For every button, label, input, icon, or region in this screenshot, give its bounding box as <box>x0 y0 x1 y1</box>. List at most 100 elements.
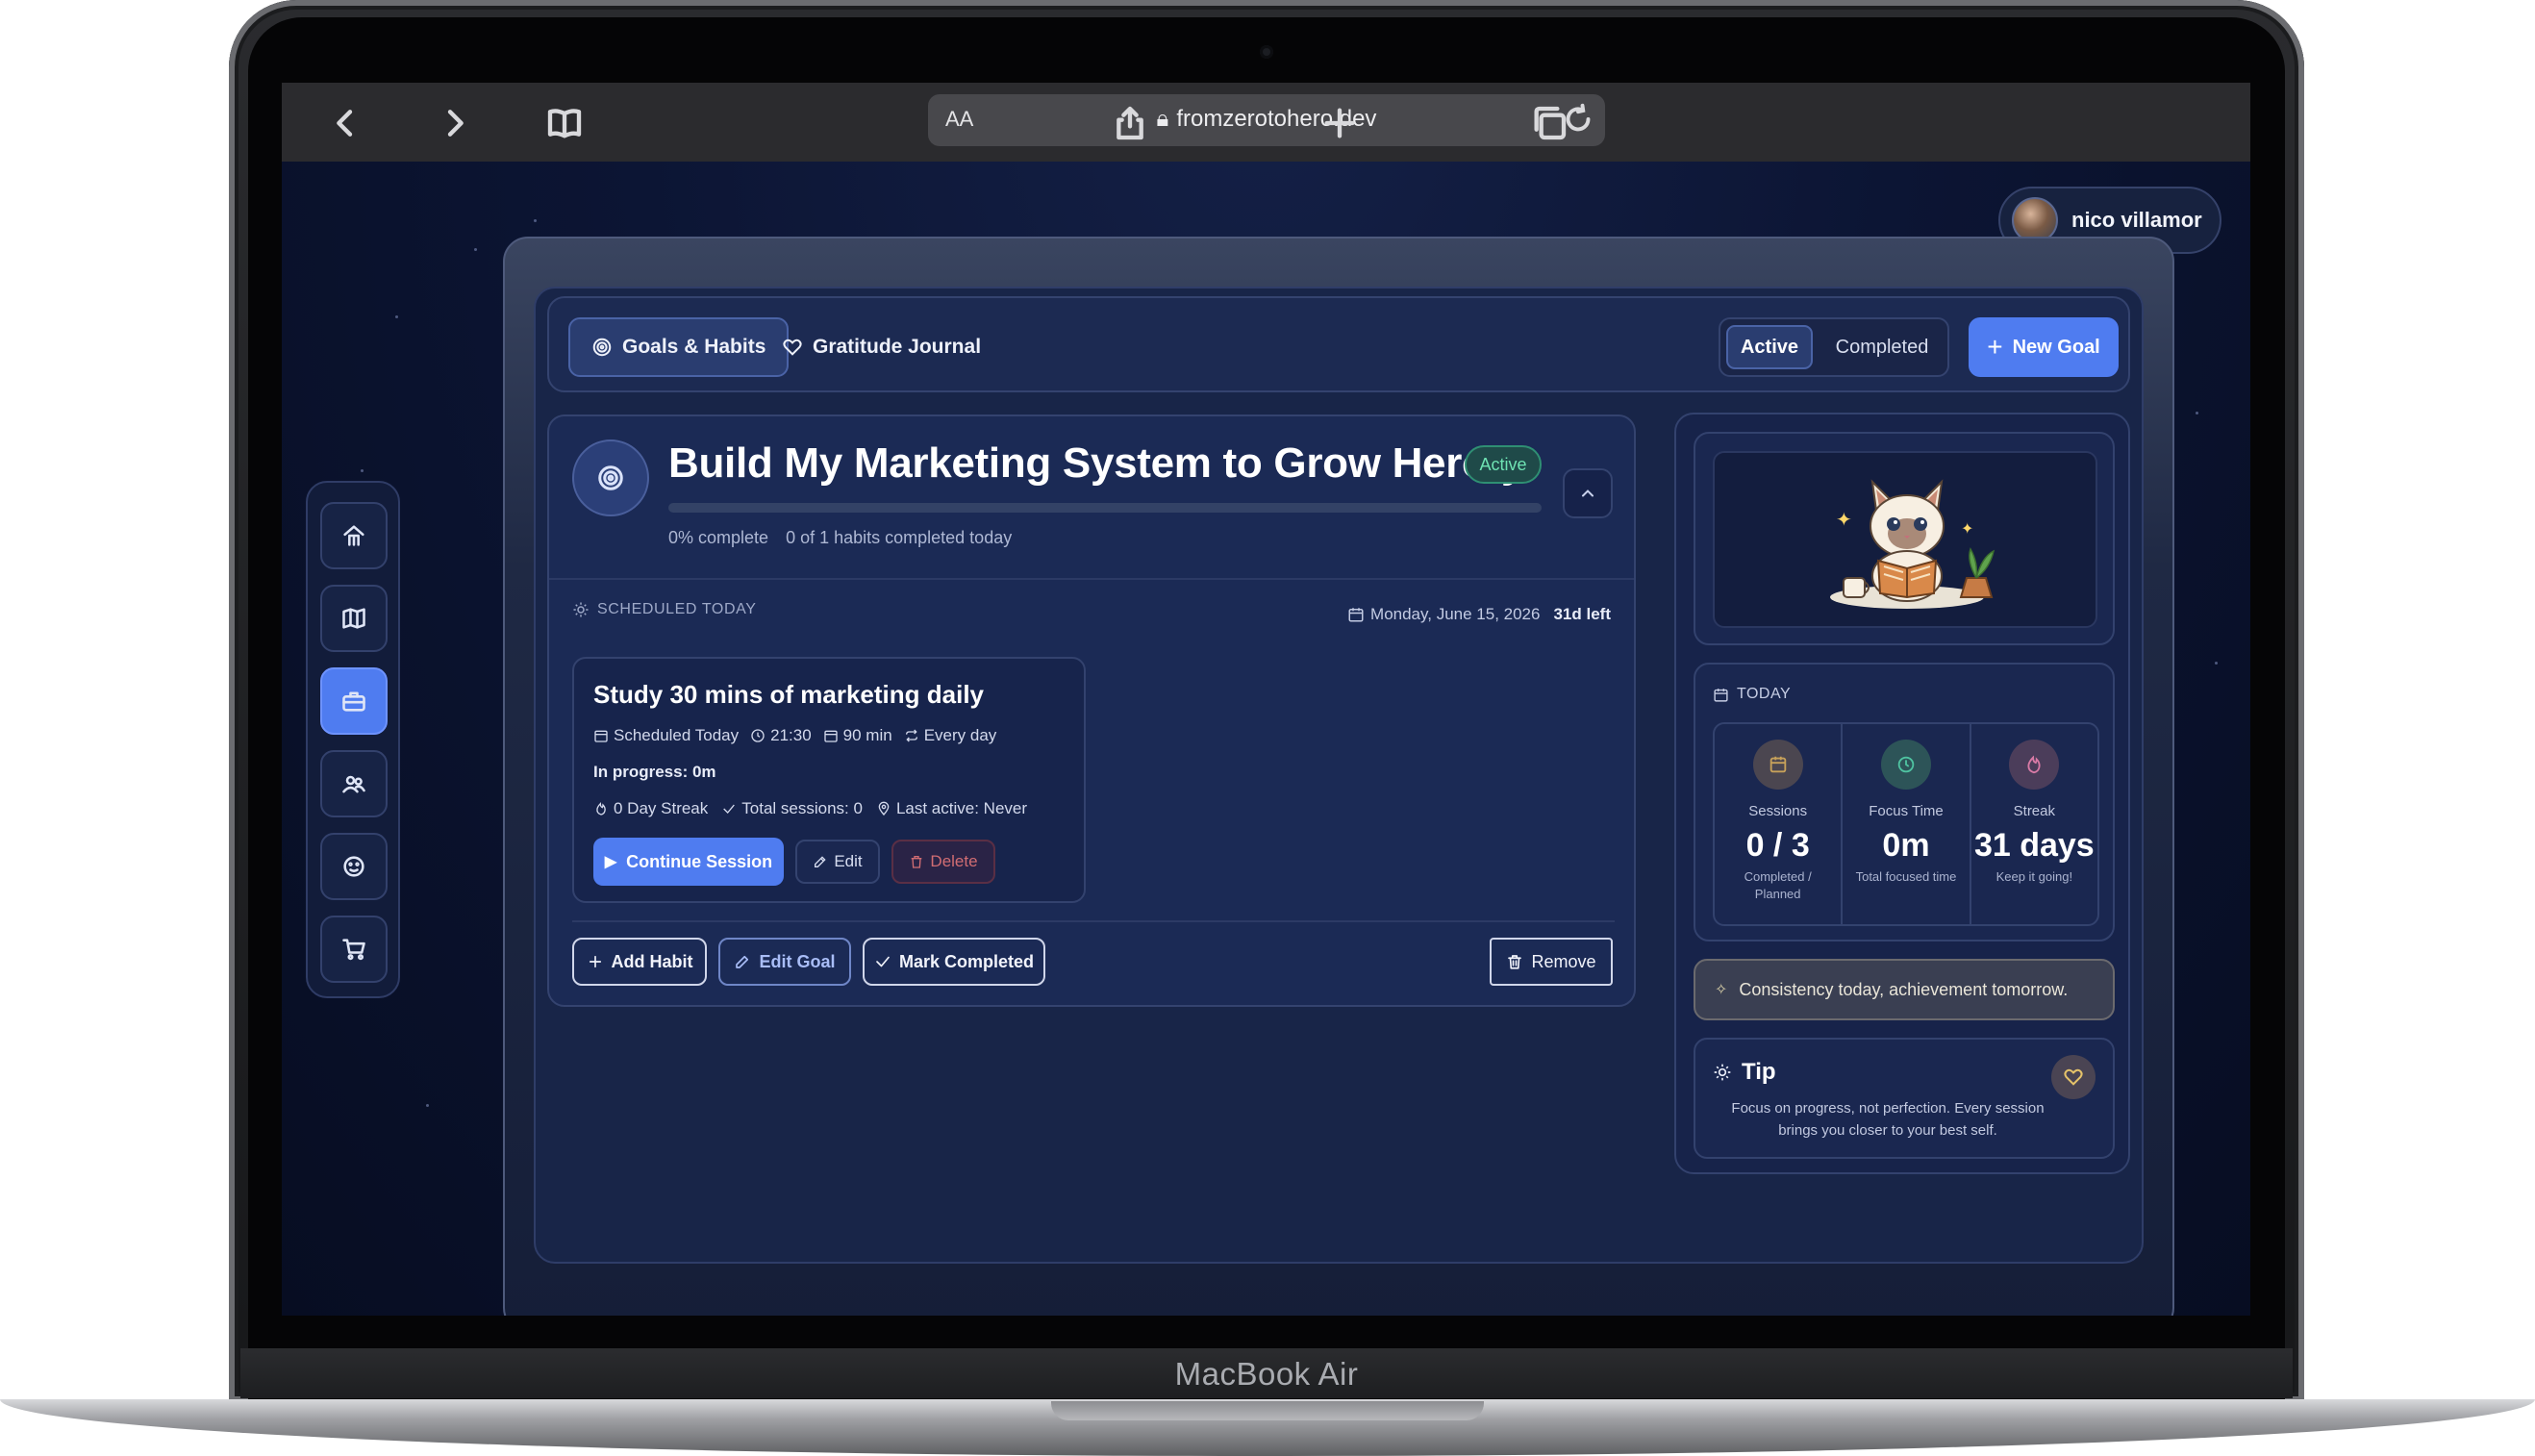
briefcase-icon[interactable] <box>320 667 388 735</box>
stat-name: Streak <box>2013 803 2055 819</box>
trash-icon <box>912 856 922 868</box>
tip-text: Focus on progress, not perfection. Every… <box>1731 1100 2045 1139</box>
heart-icon <box>783 339 802 356</box>
time-left: 31d left <box>1553 605 1611 623</box>
address-bar[interactable]: AA 🔒︎ fromzerotohero.dev <box>928 94 1605 146</box>
timer-icon <box>824 730 838 742</box>
stat-value: 31 days <box>1973 827 2095 864</box>
trophy-icon: ✧ <box>1715 982 1728 998</box>
daily-summary-panel: ✦ ✦ TODAY Sessions 0 / 3 Completed / Pla… <box>1674 413 2130 1174</box>
goals-toolbar: Goals & Habits Gratitude Journal Active … <box>547 296 2130 392</box>
divider <box>572 920 1615 922</box>
side-navigation <box>306 481 400 998</box>
forward-icon[interactable] <box>434 102 476 144</box>
flame-icon <box>2009 740 2060 790</box>
add-habit-button[interactable]: Add Habit <box>572 938 707 986</box>
remove-goal-button[interactable]: Remove <box>1490 938 1613 986</box>
calendar-icon <box>1714 688 1728 702</box>
date-text: Monday, June 15, 2026 <box>1370 605 1541 623</box>
edit-icon <box>815 856 826 867</box>
mascot-card: ✦ ✦ <box>1694 432 2115 645</box>
tip-title: Tip <box>1713 1059 1776 1086</box>
share-icon[interactable] <box>1109 102 1151 144</box>
status-filter: Active Completed <box>1719 317 1949 377</box>
new-goal-label: New Goal <box>2012 336 2100 358</box>
calendar-icon <box>1752 740 1803 790</box>
tab-label: Gratitude Journal <box>813 336 982 358</box>
camera <box>1260 45 1273 59</box>
plus-icon: + <box>1987 332 2003 362</box>
tip-card: Tip Focus on progress, not perfection. E… <box>1694 1038 2115 1159</box>
percent-complete: 0% complete <box>668 528 769 547</box>
status-badge: Active <box>1465 445 1542 484</box>
user-name: nico villamor <box>2071 208 2202 232</box>
flame-icon <box>596 802 606 816</box>
edit-goal-button[interactable]: Edit Goal <box>718 938 851 986</box>
people-icon[interactable] <box>320 750 388 817</box>
stat-focus-time: Focus Time 0m Total focused time <box>1841 724 1969 924</box>
favorite-tip-button[interactable] <box>2051 1055 2096 1099</box>
sun-icon <box>1714 1064 1731 1081</box>
bookmarks-icon[interactable] <box>543 102 586 144</box>
lock-icon: 🔒︎ <box>1156 106 1169 132</box>
tab-goals-habits[interactable]: Goals & Habits <box>568 317 790 377</box>
goal-card: Build My Marketing System to Grow Herofy… <box>547 414 1636 1007</box>
device-brand: MacBook Air <box>1174 1356 1359 1392</box>
home-icon[interactable] <box>320 502 388 569</box>
laptop-notch <box>1051 1401 1484 1420</box>
location-icon <box>878 801 890 816</box>
target-icon <box>592 338 612 357</box>
habit-in-progress: In progress: 0m <box>593 763 716 781</box>
stat-value: 0m <box>1882 827 1930 864</box>
mark-completed-button[interactable]: Mark Completed <box>863 938 1045 986</box>
tab-gratitude-journal[interactable]: Gratitude Journal <box>761 317 1002 377</box>
new-tab-icon[interactable] <box>1318 102 1361 144</box>
filter-completed-button[interactable]: Completed <box>1820 325 1944 369</box>
clock-icon <box>751 729 765 742</box>
check-icon <box>723 804 736 814</box>
quote-text: Consistency today, achievement tomorrow. <box>1739 979 2069 999</box>
face-icon[interactable] <box>320 833 388 900</box>
continue-session-button[interactable]: ▶ Continue Session <box>593 838 784 886</box>
target-icon <box>572 439 649 516</box>
progress-summary: 0% complete 0 of 1 habits completed today <box>668 528 1029 548</box>
sun-icon <box>573 602 589 617</box>
plus-icon <box>589 955 601 968</box>
goal-date: Monday, June 15, 2026 31d left <box>1347 605 1611 624</box>
heart-icon <box>2064 1068 2083 1086</box>
tabs-icon[interactable] <box>1528 102 1570 144</box>
check-icon <box>876 956 890 967</box>
back-icon[interactable] <box>324 102 366 144</box>
calendar-icon <box>594 730 608 742</box>
chevron-up-icon <box>1582 490 1594 497</box>
motivational-quote: ✧ Consistency today, achievement tomorro… <box>1694 959 2115 1020</box>
habit-card: Study 30 mins of marketing daily Schedul… <box>572 657 1086 903</box>
browser-toolbar: AA 🔒︎ fromzerotohero.dev <box>282 83 2250 162</box>
new-goal-button[interactable]: + New Goal <box>1969 317 2119 377</box>
stats-grid: Sessions 0 / 3 Completed / Planned Focus… <box>1713 722 2099 926</box>
stat-streak: Streak 31 days Keep it going! <box>1969 724 2097 924</box>
stat-sessions: Sessions 0 / 3 Completed / Planned <box>1715 724 1841 924</box>
stat-subtitle: Keep it going! <box>1995 869 2073 884</box>
repeat-icon <box>905 729 917 742</box>
map-icon[interactable] <box>320 585 388 652</box>
delete-habit-button[interactable]: Delete <box>891 840 995 884</box>
goal-progress-bar <box>668 503 1542 513</box>
cat-reading-illustration: ✦ ✦ <box>1830 479 1995 609</box>
mascot-frame: ✦ ✦ <box>1713 451 2097 628</box>
habits-completed-today: 0 of 1 habits completed today <box>786 528 1013 547</box>
stat-name: Focus Time <box>1869 803 1944 819</box>
today-stats-card: TODAY Sessions 0 / 3 Completed / Planned… <box>1694 663 2115 941</box>
tab-label: Goals & Habits <box>622 336 766 358</box>
edit-icon <box>736 955 749 968</box>
screen: AA 🔒︎ fromzerotohero.dev nico villamor G… <box>282 83 2250 1316</box>
habit-stats: 0 Day Streak Total sessions: 0 Last acti… <box>593 799 1041 818</box>
filter-active-button[interactable]: Active <box>1726 325 1813 369</box>
edit-habit-button[interactable]: Edit <box>795 840 880 884</box>
collapse-button[interactable] <box>1563 468 1613 518</box>
goal-title: Build My Marketing System to Grow Herofy <box>668 439 1525 487</box>
stat-value: 0 / 3 <box>1745 827 1810 864</box>
calendar-icon <box>1348 608 1364 622</box>
cart-icon[interactable] <box>320 916 388 983</box>
today-label: TODAY <box>1713 686 1791 703</box>
